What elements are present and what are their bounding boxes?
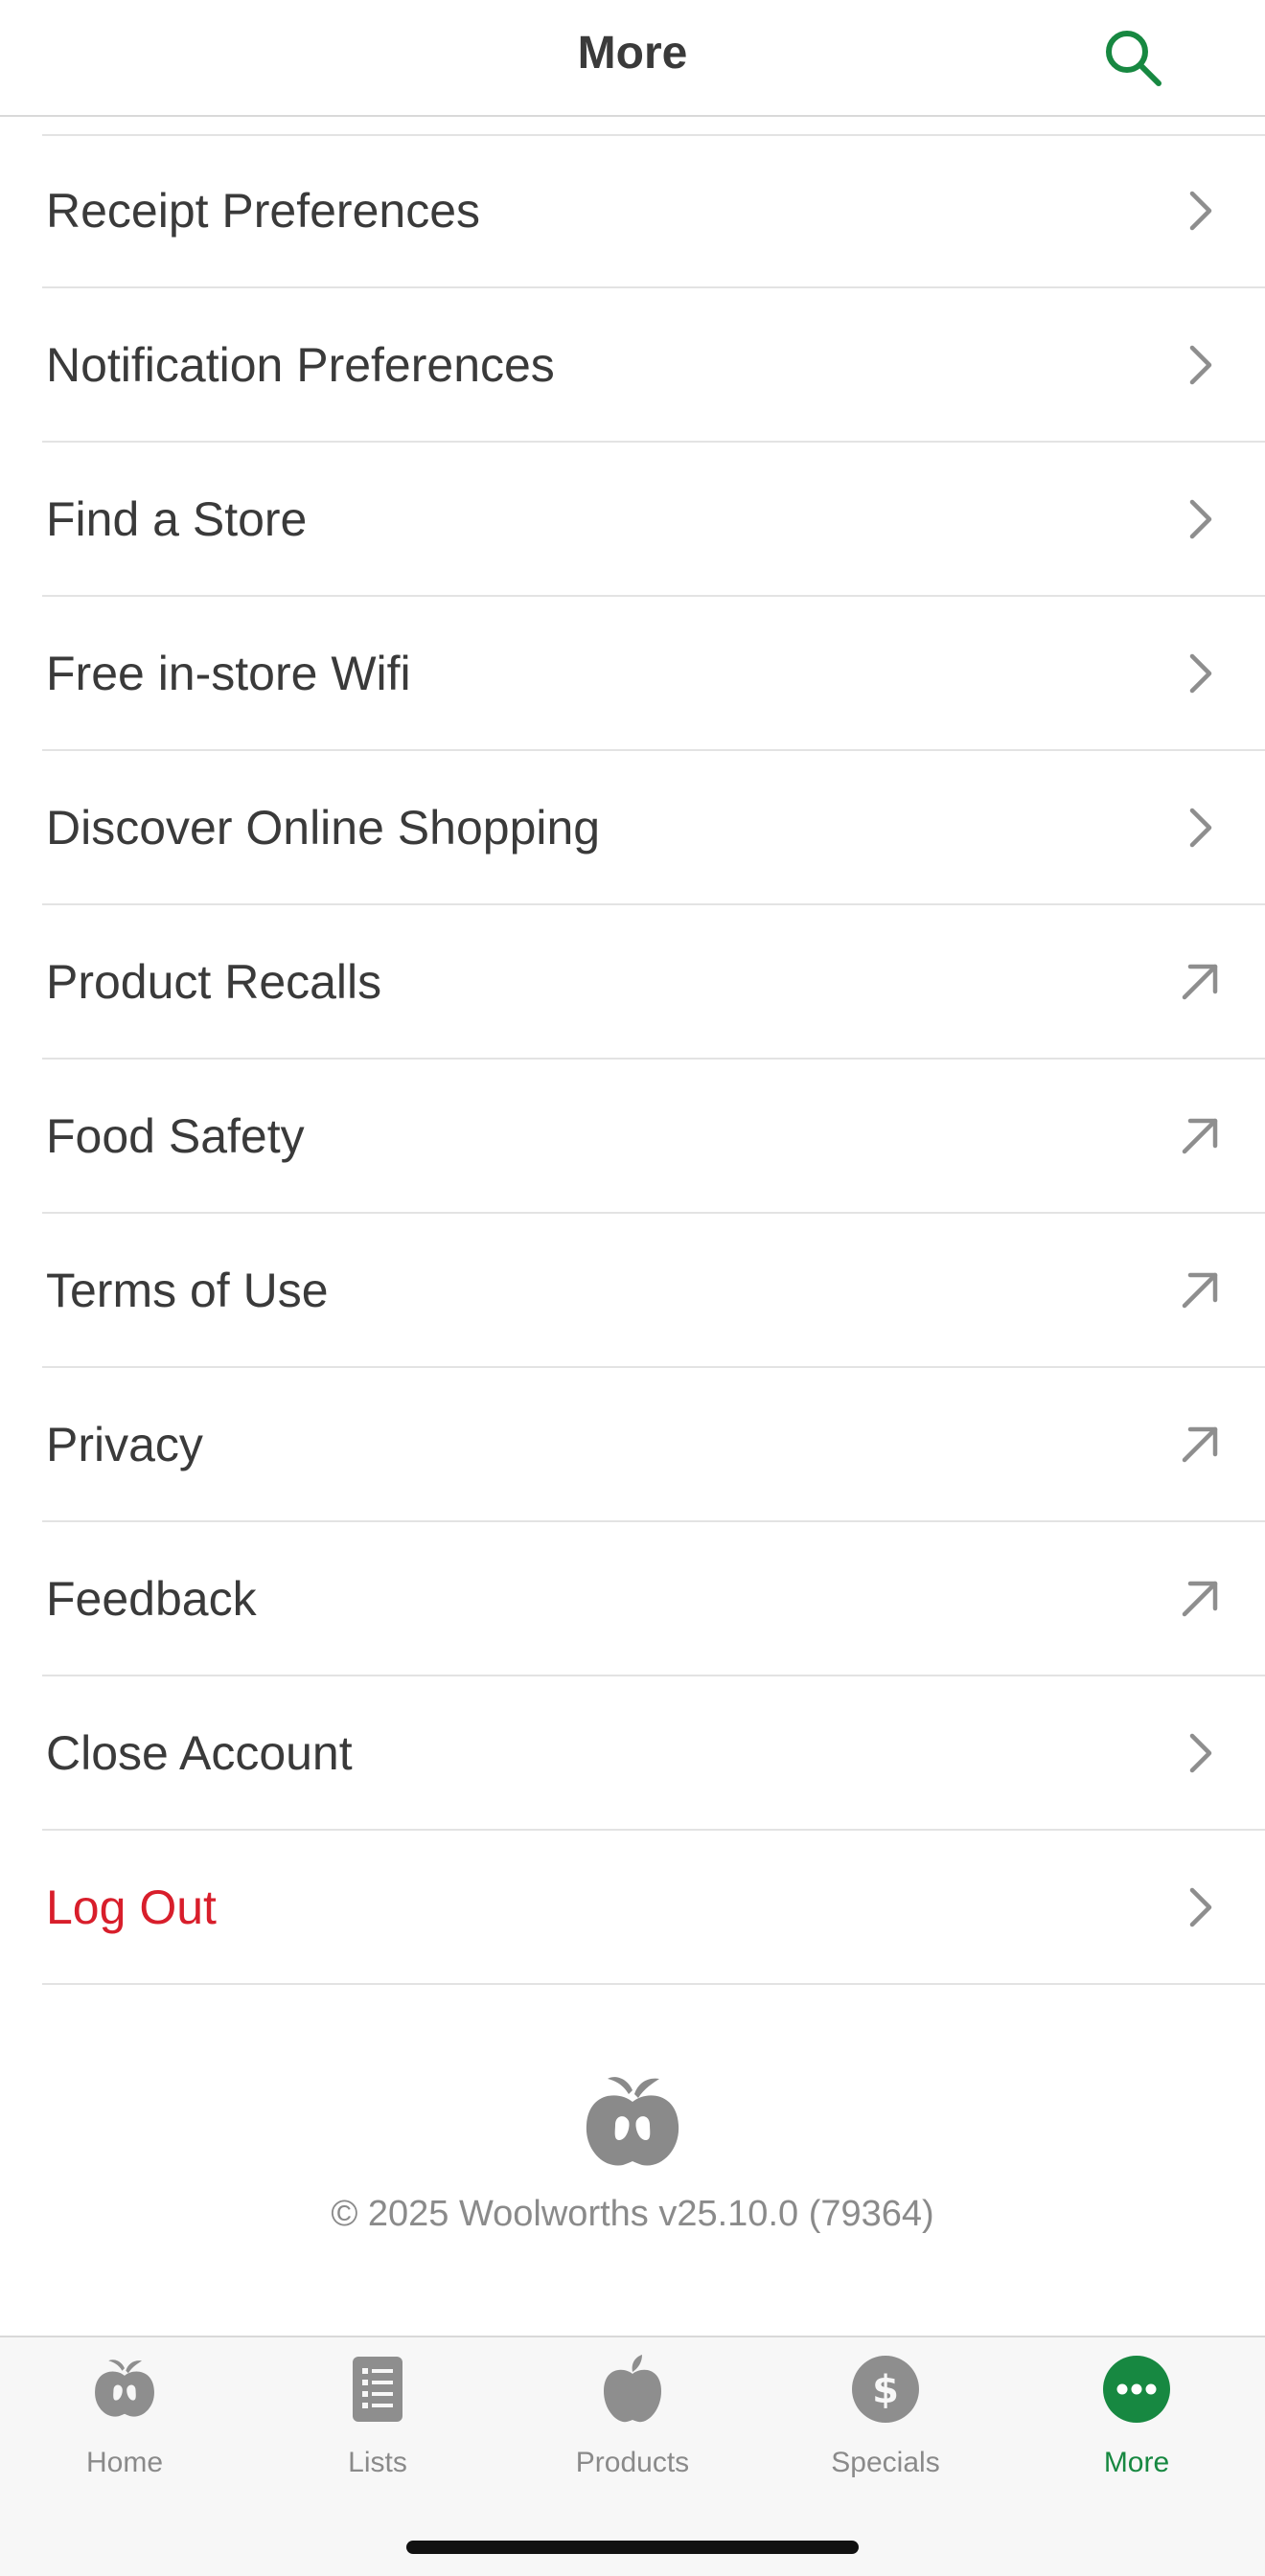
dollar-icon: $	[852, 2356, 919, 2423]
woolworths-logo-icon	[95, 2359, 154, 2417]
menu-item-product-recalls[interactable]: Product Recalls	[42, 905, 1265, 1060]
more-dots-icon	[1103, 2356, 1170, 2423]
menu-item-label: Terms of Use	[46, 1263, 329, 1317]
tab-label: Specials	[831, 2447, 940, 2478]
external-link-icon	[1182, 1272, 1218, 1308]
menu-item-label: Notification Preferences	[46, 337, 555, 392]
menu-item-label: Close Account	[46, 1725, 353, 1780]
menu-item-free-in-store-wifi[interactable]: Free in-store Wifi	[42, 597, 1265, 751]
menu-item-label: Product Recalls	[46, 954, 382, 1009]
search-icon	[1106, 31, 1162, 86]
tab-label: Lists	[348, 2447, 407, 2478]
chevron-right-icon	[1189, 345, 1212, 384]
more-menu-list: Receipt Preferences Notification Prefere…	[0, 134, 1265, 1985]
tab-more[interactable]: More	[1031, 2355, 1242, 2498]
menu-item-label: Food Safety	[46, 1108, 305, 1163]
external-link-icon	[1182, 964, 1218, 999]
tab-lists[interactable]: Lists	[272, 2355, 483, 2498]
chevron-right-icon	[1189, 1733, 1212, 1772]
search-button[interactable]	[1096, 21, 1169, 94]
list-icon	[353, 2357, 402, 2422]
menu-item-close-account[interactable]: Close Account	[42, 1676, 1265, 1831]
external-link-icon	[1182, 1426, 1218, 1462]
menu-item-terms-of-use[interactable]: Terms of Use	[42, 1214, 1265, 1368]
menu-item-label: Feedback	[46, 1571, 257, 1626]
menu-item-receipt-preferences[interactable]: Receipt Preferences	[42, 134, 1265, 288]
tab-products[interactable]: Products	[527, 2355, 738, 2498]
menu-item-log-out[interactable]: Log Out	[42, 1831, 1265, 1985]
copyright-text: © 2025 Woolworths v25.10.0 (79364)	[331, 2194, 934, 2234]
external-link-icon	[1182, 1118, 1218, 1153]
menu-item-notification-preferences[interactable]: Notification Preferences	[42, 288, 1265, 443]
chevron-right-icon	[1189, 1887, 1212, 1926]
menu-item-label: Free in-store Wifi	[46, 646, 411, 700]
svg-text:$: $	[872, 2368, 899, 2412]
top-nav-bar: More	[0, 0, 1265, 117]
menu-item-food-safety[interactable]: Food Safety	[42, 1060, 1265, 1214]
chevron-right-icon	[1189, 653, 1212, 693]
woolworths-logo-icon	[586, 2077, 679, 2166]
menu-item-find-a-store[interactable]: Find a Store	[42, 443, 1265, 597]
home-indicator	[406, 2541, 859, 2554]
menu-item-label: Find a Store	[46, 491, 308, 546]
menu-item-discover-online-shopping[interactable]: Discover Online Shopping	[42, 751, 1265, 905]
menu-item-label: Log Out	[46, 1880, 217, 1934]
chevron-right-icon	[1189, 191, 1212, 230]
menu-item-feedback[interactable]: Feedback	[42, 1522, 1265, 1676]
menu-item-label: Discover Online Shopping	[46, 800, 601, 855]
tab-label: Home	[85, 2447, 164, 2478]
tab-label: Products	[575, 2447, 690, 2478]
chevron-right-icon	[1189, 499, 1212, 538]
tab-label: More	[1103, 2447, 1170, 2478]
menu-item-label: Receipt Preferences	[46, 183, 481, 238]
chevron-right-icon	[1189, 808, 1212, 847]
tab-home[interactable]: Home	[19, 2355, 230, 2498]
menu-item-label: Privacy	[46, 1417, 203, 1471]
menu-item-privacy[interactable]: Privacy	[42, 1368, 1265, 1522]
tab-specials[interactable]: $ Specials	[780, 2355, 991, 2498]
external-link-icon	[1182, 1581, 1218, 1616]
apple-icon	[604, 2355, 661, 2423]
page-title: More	[577, 28, 688, 79]
